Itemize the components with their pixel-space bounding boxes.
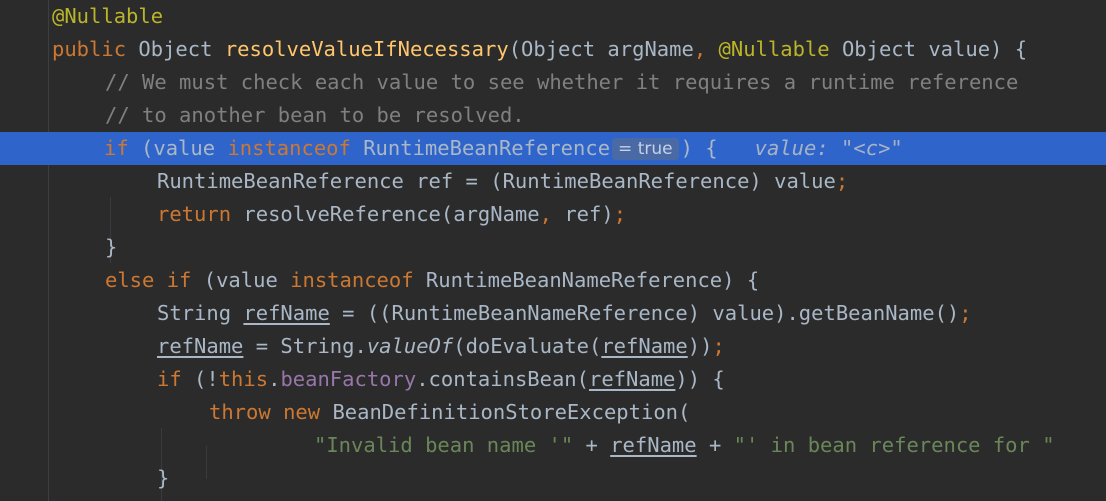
- code-token: = ((RuntimeBeanNameReference) value).get…: [329, 301, 960, 325]
- evaluation-inlay-hint[interactable]: = true: [612, 138, 679, 160]
- code-text: @Nullable: [52, 0, 163, 33]
- code-line[interactable]: return resolveReference(argName, ref);: [0, 198, 1106, 231]
- code-token: refName: [601, 334, 688, 358]
- code-line[interactable]: // to another bean to be resolved.: [0, 99, 1106, 132]
- code-token: if: [157, 367, 195, 391]
- code-text: else if (value instanceof RuntimeBeanNam…: [105, 264, 759, 297]
- code-text: String refName = ((RuntimeBeanNameRefere…: [157, 297, 972, 330]
- code-token: ,: [693, 37, 719, 61]
- code-token: @Nullable: [718, 37, 842, 61]
- code-text: RuntimeBeanReference ref = (RuntimeBeanR…: [157, 165, 848, 198]
- code-token: ) {: [680, 136, 718, 160]
- code-line[interactable]: }: [0, 231, 1106, 264]
- code-token: (value: [141, 136, 228, 160]
- code-token: (value: [203, 268, 291, 292]
- code-token: ,: [539, 202, 565, 226]
- code-token: )): [687, 334, 713, 358]
- code-token: throw: [209, 400, 284, 424]
- code-line[interactable]: public Object resolveValueIfNecessary(Ob…: [0, 33, 1106, 66]
- code-token: (!: [194, 367, 219, 391]
- code-token: +: [696, 433, 734, 457]
- code-line[interactable]: RuntimeBeanReference ref = (RuntimeBeanR…: [0, 165, 1106, 198]
- code-token: = String.: [243, 334, 367, 358]
- code-text: refName = String.valueOf(doEvaluate(refN…: [157, 330, 725, 363]
- code-token: refName: [589, 367, 676, 391]
- code-line[interactable]: // We must check each value to see wheth…: [0, 66, 1106, 99]
- code-text: return resolveReference(argName, ref);: [157, 198, 626, 231]
- code-token: RuntimeBeanReference: [363, 136, 611, 160]
- code-line[interactable]: refName = String.valueOf(doEvaluate(refN…: [0, 330, 1106, 363]
- code-token: RuntimeBeanNameReference) {: [425, 268, 760, 292]
- code-line[interactable]: "Invalid bean name '" + refName + "' in …: [0, 429, 1106, 462]
- code-token: // to another bean to be resolved.: [105, 103, 525, 127]
- code-token: instanceof: [227, 136, 364, 160]
- code-token: BeanDefinitionStoreException(: [332, 400, 691, 424]
- code-token: @Nullable: [52, 4, 164, 28]
- code-token: .containsBean(: [416, 367, 589, 391]
- code-token: // We must check each value to see wheth…: [105, 70, 1019, 94]
- code-token: public: [52, 37, 139, 61]
- code-token: +: [573, 433, 611, 457]
- code-token: resolveReference(argName: [243, 202, 540, 226]
- code-text: if (!this.beanFactory.containsBean(refNa…: [157, 363, 725, 396]
- code-token: if: [104, 136, 142, 160]
- code-line[interactable]: if (!this.beanFactory.containsBean(refNa…: [0, 363, 1106, 396]
- code-token: "' in bean reference for ": [733, 433, 1055, 457]
- code-text: throw new BeanDefinitionStoreException(: [209, 396, 690, 429]
- code-token: valueOf: [366, 334, 454, 358]
- code-text: }: [105, 231, 117, 264]
- code-token: refName: [243, 301, 330, 325]
- code-token: else if: [105, 268, 204, 292]
- code-token: resolveValueIfNecessary: [224, 37, 509, 61]
- code-token: (Object argName: [508, 37, 694, 61]
- code-token: new: [283, 400, 333, 424]
- code-text: public Object resolveValueIfNecessary(Ob…: [52, 33, 1027, 66]
- code-token: (doEvaluate(: [453, 334, 602, 358]
- inline-debug-value[interactable]: value: "<c>": [755, 136, 903, 160]
- code-line[interactable]: else if (value instanceof RuntimeBeanNam…: [0, 264, 1106, 297]
- code-text: // We must check each value to see wheth…: [105, 66, 1018, 99]
- code-line[interactable]: }: [0, 462, 1106, 495]
- code-token: Object: [138, 37, 225, 61]
- code-token: "Invalid bean name '": [314, 433, 574, 457]
- code-token: this: [218, 367, 269, 391]
- code-token: beanFactory: [280, 367, 417, 391]
- code-line[interactable]: String refName = ((RuntimeBeanNameRefere…: [0, 297, 1106, 330]
- code-editor[interactable]: @Nullable public Object resolveValueIfNec…: [0, 0, 1106, 501]
- code-token: String: [157, 301, 244, 325]
- code-token: refName: [157, 334, 244, 358]
- code-line[interactable]: @Nullable: [0, 0, 1106, 33]
- code-token: ;: [712, 334, 725, 358]
- code-token: RuntimeBeanReference ref = (RuntimeBeanR…: [157, 169, 836, 193]
- code-token: .: [268, 367, 281, 391]
- code-token: Object value) {: [841, 37, 1028, 61]
- code-token: )) {: [675, 367, 725, 391]
- code-line[interactable]: throw new BeanDefinitionStoreException(: [0, 396, 1106, 429]
- code-token: instanceof: [290, 268, 426, 292]
- code-token: ref): [564, 202, 614, 226]
- execution-point-line[interactable]: if (value instanceof RuntimeBeanReferenc…: [0, 132, 1106, 165]
- code-text: "Invalid bean name '" + refName + "' in …: [314, 429, 1055, 462]
- code-token: ;: [959, 301, 972, 325]
- code-token: }: [105, 235, 118, 259]
- code-text: // to another bean to be resolved.: [105, 99, 525, 132]
- code-token: return: [157, 202, 244, 226]
- code-text: }: [157, 462, 169, 495]
- code-token: ;: [835, 169, 849, 193]
- code-token: ;: [613, 202, 627, 226]
- code-token: refName: [610, 433, 697, 457]
- code-text: if (value instanceof RuntimeBeanReferenc…: [104, 132, 903, 165]
- code-token: }: [157, 466, 170, 490]
